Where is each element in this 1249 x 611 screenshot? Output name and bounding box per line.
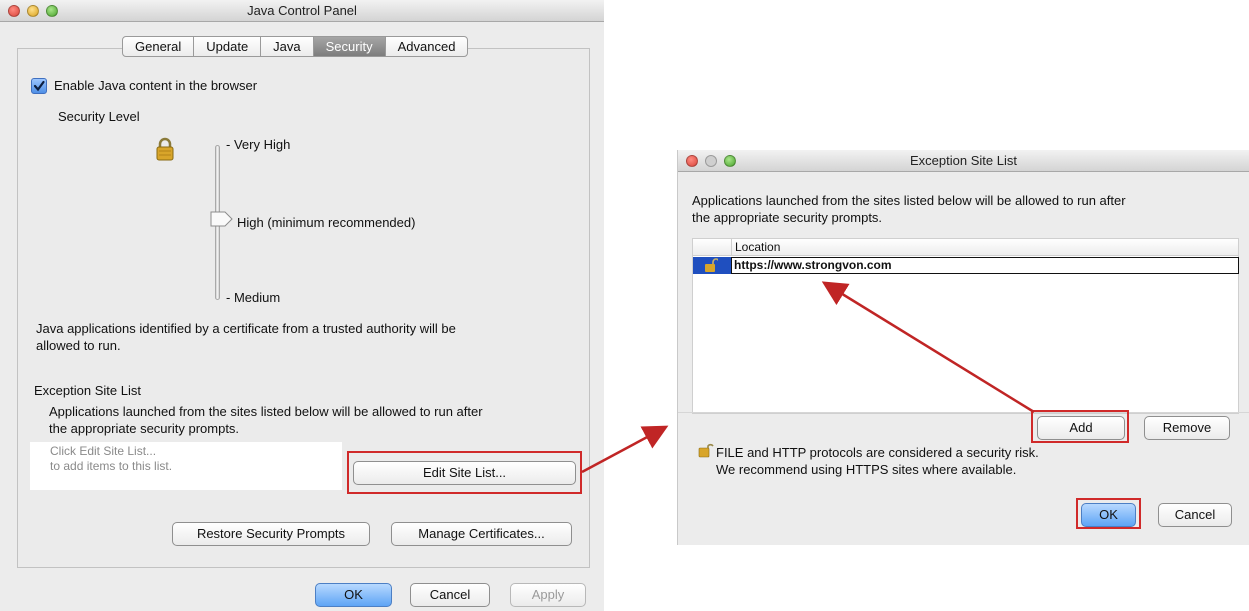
close-icon[interactable] — [8, 5, 20, 17]
add-button[interactable]: Add — [1037, 416, 1125, 440]
warning-line1: FILE and HTTP protocols are considered a… — [716, 445, 1039, 460]
exception-dialog-desc-line2: the appropriate security prompts. — [692, 210, 883, 225]
table-header: Location — [693, 239, 1238, 256]
column-header-location[interactable]: Location — [731, 239, 780, 256]
site-list-placeholder-line2: to add items to this list. — [50, 459, 173, 473]
level-high: High (minimum recommended) — [237, 215, 416, 230]
location-cell[interactable]: https://www.strongvon.com — [731, 257, 1239, 274]
enable-java-label: Enable Java content in the browser — [54, 78, 258, 93]
cancel-button[interactable]: Cancel — [410, 583, 490, 607]
apply-button[interactable]: Apply — [510, 583, 586, 607]
level-medium: - Medium — [226, 290, 281, 305]
exception-close-icon[interactable] — [686, 155, 698, 167]
java-panel-titlebar[interactable]: Java Control Panel — [0, 0, 604, 22]
exception-site-list-window: Exception Site List Applications launche… — [677, 150, 1249, 545]
exception-desc-line2: the appropriate security prompts. — [49, 421, 240, 436]
level-medium-label: Medium — [233, 290, 281, 305]
exception-dialog-desc-line1: Applications launched from the sites lis… — [692, 193, 1126, 208]
window-controls — [8, 5, 58, 17]
exception-titlebar[interactable]: Exception Site List — [678, 150, 1249, 172]
slider-thumb[interactable] — [210, 210, 234, 228]
warning-padlock-icon — [698, 443, 714, 458]
exception-window-controls — [686, 155, 736, 167]
level-description: Java applications identified by a certif… — [36, 320, 456, 354]
exception-zoom-icon[interactable] — [724, 155, 736, 167]
exception-description: Applications launched from the sites lis… — [49, 403, 483, 437]
site-list-placeholder-line1: Click Edit Site List... — [50, 444, 157, 458]
security-level-label: Security Level — [58, 109, 140, 124]
zoom-icon[interactable] — [46, 5, 58, 17]
exception-cancel-button[interactable]: Cancel — [1158, 503, 1232, 527]
ok-button[interactable]: OK — [315, 583, 392, 607]
tab-general[interactable]: General — [123, 37, 195, 56]
tab-java[interactable]: Java — [261, 37, 314, 56]
table-row[interactable]: https://www.strongvon.com — [693, 257, 1239, 274]
padlock-icon — [156, 137, 174, 161]
manage-certificates-button[interactable]: Manage Certificates... — [391, 522, 572, 546]
level-description-line1: Java applications identified by a certif… — [36, 321, 456, 336]
site-table[interactable]: Location https://www.strongvon.com — [692, 238, 1239, 414]
enable-java-checkbox[interactable] — [31, 78, 47, 94]
level-description-line2: allowed to run. — [36, 338, 121, 353]
minimize-icon[interactable] — [27, 5, 39, 17]
row-icon-cell — [693, 257, 731, 274]
java-control-panel-window: Java Control Panel General Update Java S… — [0, 0, 604, 611]
restore-security-prompts-button[interactable]: Restore Security Prompts — [172, 522, 370, 546]
site-list-box[interactable]: Click Edit Site List... to add items to … — [30, 442, 342, 490]
level-very-high: - Very High — [226, 137, 291, 152]
tab-bar: General Update Java Security Advanced — [122, 36, 469, 57]
warning-line2: We recommend using HTTPS sites where ava… — [716, 462, 1017, 477]
exception-minimize-icon[interactable] — [705, 155, 717, 167]
tab-security[interactable]: Security — [313, 37, 386, 56]
window-title: Java Control Panel — [247, 3, 357, 18]
edit-site-list-button[interactable]: Edit Site List... — [353, 461, 576, 485]
tab-advanced[interactable]: Advanced — [386, 37, 468, 56]
exception-desc-line1: Applications launched from the sites lis… — [49, 404, 483, 419]
unlocked-padlock-icon — [705, 258, 718, 272]
exception-ok-button[interactable]: OK — [1081, 503, 1136, 527]
tab-update[interactable]: Update — [194, 37, 262, 56]
exception-window-title: Exception Site List — [910, 153, 1017, 168]
remove-button[interactable]: Remove — [1144, 416, 1230, 440]
button-area-divider — [678, 412, 1249, 413]
security-warning: FILE and HTTP protocols are considered a… — [716, 444, 1039, 478]
level-very-high-label: Very High — [233, 137, 291, 152]
exception-dialog-description: Applications launched from the sites lis… — [692, 192, 1126, 226]
checkmark-icon — [33, 80, 45, 92]
exception-site-list-header: Exception Site List — [34, 383, 141, 398]
